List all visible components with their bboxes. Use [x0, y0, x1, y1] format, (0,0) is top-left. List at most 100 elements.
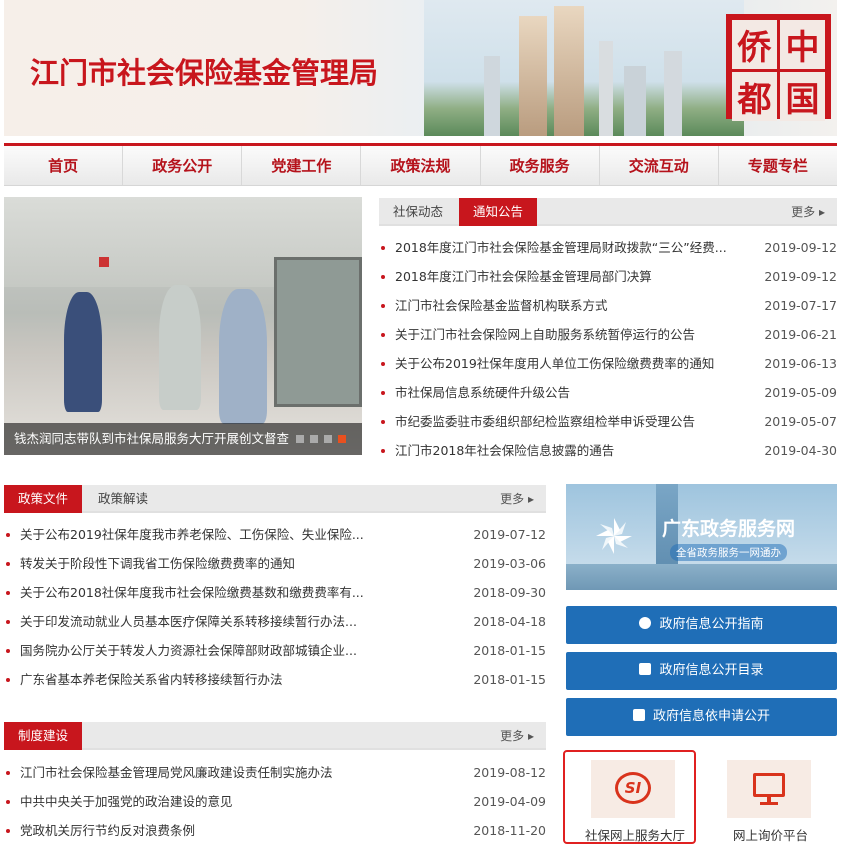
nav-item-gov-affairs[interactable]: 政务公开	[123, 146, 243, 185]
list-item[interactable]: 转发关于阶段性下调我省工伤保险缴费费率的通知 2019-03-06	[4, 549, 546, 578]
social-security-hall-label[interactable]: 社保网上服务大厅	[585, 825, 685, 844]
notice-panel: 社保动态 通知公告 更多 ▸ 2018年度江门市社会保险基金管理局财政拨款“三公…	[379, 198, 837, 465]
list-item[interactable]: 2018年度江门市社会保险基金管理局部门决算 2019-09-12	[379, 262, 837, 291]
tab-system-building[interactable]: 制度建设	[4, 722, 83, 750]
list-item-date: 2018-01-15	[473, 672, 546, 687]
tab-policy-interpretation[interactable]: 政策解读	[84, 485, 162, 513]
list-item[interactable]: 关于公布2019社保年度我市养老保险、工伤保险、失业保险... 2019-07-1…	[4, 520, 546, 549]
list-item-title[interactable]: 关于江门市社会保险网上自助服务系统暂停运行的公告	[395, 320, 695, 349]
monitor-base	[760, 802, 778, 805]
info-disclosure-catalog-button[interactable]: 政府信息公开目录	[566, 652, 837, 690]
slide-dot[interactable]	[324, 435, 332, 443]
monitor-icon	[753, 773, 785, 797]
main-nav: 首页 政务公开 党建工作 政策法规 政务服务 交流互动 专题专栏	[4, 143, 837, 186]
info-disclosure-guide-button[interactable]: 政府信息公开指南	[566, 606, 837, 644]
slide-dot[interactable]	[310, 435, 318, 443]
tab-notices[interactable]: 通知公告	[459, 198, 538, 226]
slide-dot[interactable]	[296, 435, 304, 443]
list-item-date: 2019-09-12	[764, 240, 837, 255]
city-image	[566, 564, 837, 590]
notice-more-link[interactable]: 更多 ▸	[791, 198, 825, 226]
list-item-title[interactable]: 转发关于阶段性下调我省工伤保险缴费费率的通知	[20, 549, 295, 578]
list-item-date: 2019-05-07	[764, 414, 837, 429]
social-security-hall-tile[interactable]: SI	[591, 760, 675, 818]
nav-item-party[interactable]: 党建工作	[242, 146, 362, 185]
list-item-date: 2019-04-09	[473, 794, 546, 809]
notice-list: 2018年度江门市社会保险基金管理局财政拨款“三公”经费... 2019-09-1…	[379, 233, 837, 465]
nav-item-topics[interactable]: 专题专栏	[719, 146, 837, 185]
list-item[interactable]: 江门市社会保险基金监督机构联系方式 2019-07-17	[379, 291, 837, 320]
slide-photo-person	[64, 292, 102, 412]
system-more-link[interactable]: 更多 ▸	[500, 722, 534, 750]
list-item[interactable]: 市纪委监委驻市委组织部纪检监察组检举申诉受理公告 2019-05-07	[379, 407, 837, 436]
list-item-title[interactable]: 关于公布2019社保年度用人单位工伤保险缴费费率的通知	[395, 349, 714, 378]
list-item-title[interactable]: 关于印发流动就业人员基本医疗保障关系转移接续暂行办法...	[20, 607, 357, 636]
list-item-title[interactable]: 江门市社会保险基金管理局党风廉政建设责任制实施办法	[20, 758, 333, 787]
list-item-title[interactable]: 党政机关厉行节约反对浪费条例	[20, 816, 195, 845]
list-item[interactable]: 江门市社会保险基金管理局党风廉政建设责任制实施办法 2019-08-12	[4, 758, 546, 787]
online-price-platform-tile[interactable]	[727, 760, 811, 818]
list-item-title[interactable]: 2018年度江门市社会保险基金管理局财政拨款“三公”经费...	[395, 233, 727, 262]
system-tabbar: 制度建设 更多 ▸	[4, 722, 546, 750]
news-slideshow[interactable]: 钱杰润同志带队到市社保局服务大厅开展创文督查	[4, 197, 362, 455]
policy-tabbar: 政策文件 政策解读 更多 ▸	[4, 485, 546, 513]
list-item-date: 2018-09-30	[473, 585, 546, 600]
stamp-char: 中	[780, 20, 825, 69]
city-skyline-image	[424, 0, 744, 136]
list-item-date: 2019-03-06	[473, 556, 546, 571]
stamp-char: 都	[732, 72, 777, 121]
policy-panel: 政策文件 政策解读 更多 ▸ 关于公布2019社保年度我市养老保险、工伤保险、失…	[4, 485, 546, 694]
slide-dot-active[interactable]	[338, 435, 346, 443]
si-logo-icon: SI	[615, 772, 651, 804]
list-item[interactable]: 关于公布2019社保年度用人单位工伤保险缴费费率的通知 2019-06-13	[379, 349, 837, 378]
list-item[interactable]: 党政机关厉行节约反对浪费条例 2018-11-20	[4, 816, 546, 845]
slide-dots	[296, 435, 346, 443]
policy-more-link[interactable]: 更多 ▸	[500, 485, 534, 513]
nav-item-interaction[interactable]: 交流互动	[600, 146, 719, 185]
stamp-char: 国	[780, 72, 825, 121]
gd-gov-service-banner[interactable]: 广东政务服务网 全省政务服务一网通办	[566, 484, 837, 590]
list-item-title[interactable]: 江门市社会保险基金监督机构联系方式	[395, 291, 608, 320]
info-disclosure-apply-button[interactable]: 政府信息依申请公开	[566, 698, 837, 736]
list-item-title[interactable]: 市纪委监委驻市委组织部纪检监察组检举申诉受理公告	[395, 407, 695, 436]
button-label: 政府信息依申请公开	[652, 709, 770, 724]
list-item[interactable]: 中共中央关于加强党的政治建设的意见 2019-04-09	[4, 787, 546, 816]
list-item-date: 2019-05-09	[764, 385, 837, 400]
list-item-date: 2019-08-12	[473, 765, 546, 780]
list-item-title[interactable]: 广东省基本养老保险关系省内转移接续暂行办法	[20, 665, 283, 694]
list-item-date: 2019-09-12	[764, 269, 837, 284]
list-item-title[interactable]: 关于公布2019社保年度我市养老保险、工伤保险、失业保险...	[20, 520, 364, 549]
list-item-title[interactable]: 市社保局信息系统硬件升级公告	[395, 378, 570, 407]
list-item[interactable]: 市社保局信息系统硬件升级公告 2019-05-09	[379, 378, 837, 407]
list-item-title[interactable]: 国务院办公厅关于转发人力资源社会保障部财政部城镇企业...	[20, 636, 357, 665]
list-icon	[639, 663, 652, 675]
online-price-platform-label[interactable]: 网上询价平台	[733, 825, 808, 844]
list-item-date: 2019-06-13	[764, 356, 837, 371]
notice-tabbar: 社保动态 通知公告 更多 ▸	[379, 198, 837, 226]
list-item-title[interactable]: 中共中央关于加强党的政治建设的意见	[20, 787, 233, 816]
gd-logo-icon	[594, 516, 634, 556]
list-item[interactable]: 江门市2018年社会保险信息披露的通告 2019-04-30	[379, 436, 837, 465]
list-item[interactable]: 2018年度江门市社会保险基金管理局财政拨款“三公”经费... 2019-09-1…	[379, 233, 837, 262]
slide-photo-person	[159, 285, 201, 410]
list-item-title[interactable]: 2018年度江门市社会保险基金管理局部门决算	[395, 262, 652, 291]
gd-banner-subtitle: 全省政务服务一网通办	[670, 544, 787, 561]
list-item[interactable]: 广东省基本养老保险关系省内转移接续暂行办法 2018-01-15	[4, 665, 546, 694]
slide-photo-person	[219, 289, 267, 424]
nav-item-services[interactable]: 政务服务	[481, 146, 600, 185]
nav-item-policy[interactable]: 政策法规	[361, 146, 481, 185]
list-item-title[interactable]: 江门市2018年社会保险信息披露的通告	[395, 436, 614, 465]
list-item[interactable]: 关于印发流动就业人员基本医疗保障关系转移接续暂行办法... 2018-04-18	[4, 607, 546, 636]
tab-policy-docs[interactable]: 政策文件	[4, 485, 83, 513]
list-item-date: 2018-04-18	[473, 614, 546, 629]
list-item-title[interactable]: 关于公布2018社保年度我市社会保险缴费基数和缴费费率有...	[20, 578, 364, 607]
policy-list: 关于公布2019社保年度我市养老保险、工伤保险、失业保险... 2019-07-1…	[4, 520, 546, 694]
list-item[interactable]: 关于公布2018社保年度我市社会保险缴费基数和缴费费率有... 2018-09-3…	[4, 578, 546, 607]
list-item-date: 2018-01-15	[473, 643, 546, 658]
tab-social-security-news[interactable]: 社保动态	[379, 198, 457, 226]
button-label: 政府信息公开目录	[659, 663, 764, 678]
nav-item-home[interactable]: 首页	[4, 146, 124, 185]
list-item[interactable]: 国务院办公厅关于转发人力资源社会保障部财政部城镇企业... 2018-01-15	[4, 636, 546, 665]
list-item-date: 2019-07-17	[764, 298, 837, 313]
list-item[interactable]: 关于江门市社会保险网上自助服务系统暂停运行的公告 2019-06-21	[379, 320, 837, 349]
